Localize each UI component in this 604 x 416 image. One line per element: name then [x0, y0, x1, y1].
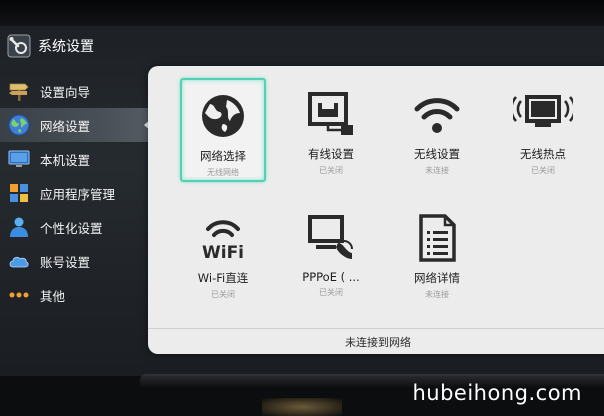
tile-status: 未连接 — [425, 290, 449, 299]
tile-status: 已关闭 — [531, 166, 555, 175]
tile-label: 无线热点 — [520, 147, 566, 161]
sidebar-item-account[interactable]: 账号设置 — [0, 244, 150, 278]
wrench-gear-icon — [6, 33, 32, 59]
tile-status: 已关闭 — [319, 166, 343, 175]
sidebar-item-personalize[interactable]: 个性化设置 — [0, 210, 150, 244]
tile-wireless-settings[interactable]: 无线设置 未连接 — [394, 78, 480, 182]
globe-icon — [6, 112, 32, 138]
tile-status: 已关闭 — [211, 290, 235, 299]
pppoe-phone-icon — [301, 210, 361, 266]
sidebar-item-device[interactable]: 本机设置 — [0, 142, 150, 176]
person-icon — [6, 214, 32, 240]
tile-network-details[interactable]: 网络详情 未连接 — [394, 202, 480, 306]
wifi-text-icon: WiFi — [193, 210, 253, 266]
tile-status: 未连接 — [425, 166, 449, 175]
document-list-icon — [407, 210, 467, 266]
page-title: 系统设置 — [38, 39, 94, 55]
tv-stand — [262, 398, 342, 416]
globe-icon — [193, 88, 253, 144]
ethernet-port-icon — [301, 86, 361, 142]
sidebar: 设置向导 网络设置 本机设置 应用程序管理 个性化设置 账号设置 其他 — [0, 74, 151, 312]
sidebar-item-label: 网络设置 — [40, 118, 91, 134]
sidebar-item-label: 其他 — [40, 288, 66, 304]
top-band — [0, 0, 604, 28]
tile-label: Wi-Fi直连 — [197, 271, 249, 285]
sidebar-item-other[interactable]: 其他 — [0, 278, 150, 312]
tile-status: 已关闭 — [319, 288, 343, 297]
sidebar-item-label: 本机设置 — [40, 152, 91, 168]
tile-wireless-hotspot[interactable]: 无线热点 已关闭 — [500, 78, 586, 182]
app-grid-icon — [6, 180, 32, 206]
wifi-icon-text: WiFi — [202, 243, 244, 263]
hotspot-monitor-icon — [513, 86, 573, 142]
sidebar-item-setup-wizard[interactable]: 设置向导 — [0, 74, 150, 108]
wifi-signal-icon — [407, 86, 467, 142]
network-status-text: 未连接到网络 — [345, 336, 411, 349]
tile-pppoe[interactable]: PPPoE ( ... 已关闭 — [288, 202, 374, 306]
divider — [148, 328, 604, 329]
monitor-icon — [6, 146, 32, 172]
tile-label: 网络详情 — [414, 271, 460, 285]
tile-wifi-direct[interactable]: WiFi Wi-Fi直连 已关闭 — [180, 202, 266, 306]
signpost-icon — [6, 78, 32, 104]
cloud-account-icon — [6, 248, 32, 274]
network-settings-panel: 网络选择 无线网络 有线设置 已关闭 无线设置 未连接 无线热点 已关闭 WiF… — [148, 66, 604, 354]
tile-wired-settings[interactable]: 有线设置 已关闭 — [288, 78, 374, 182]
sidebar-item-label: 个性化设置 — [40, 220, 103, 236]
sidebar-item-app-manager[interactable]: 应用程序管理 — [0, 176, 150, 210]
sidebar-item-label: 应用程序管理 — [40, 186, 116, 202]
sidebar-item-label: 账号设置 — [40, 254, 91, 270]
tile-label: 无线设置 — [414, 147, 460, 161]
tile-label: PPPoE ( ... — [302, 270, 360, 284]
tile-label: 网络选择 — [200, 149, 246, 163]
sidebar-item-label: 设置向导 — [40, 84, 91, 100]
sidebar-item-network[interactable]: 网络设置 — [0, 108, 151, 142]
tile-label: 有线设置 — [308, 147, 354, 161]
watermark-text: hubeihong.com — [412, 381, 582, 405]
more-dots-icon — [6, 282, 32, 308]
title-bar: 系统设置 — [0, 28, 240, 64]
tile-status: 无线网络 — [207, 168, 239, 177]
tile-network-select[interactable]: 网络选择 无线网络 — [180, 78, 266, 182]
